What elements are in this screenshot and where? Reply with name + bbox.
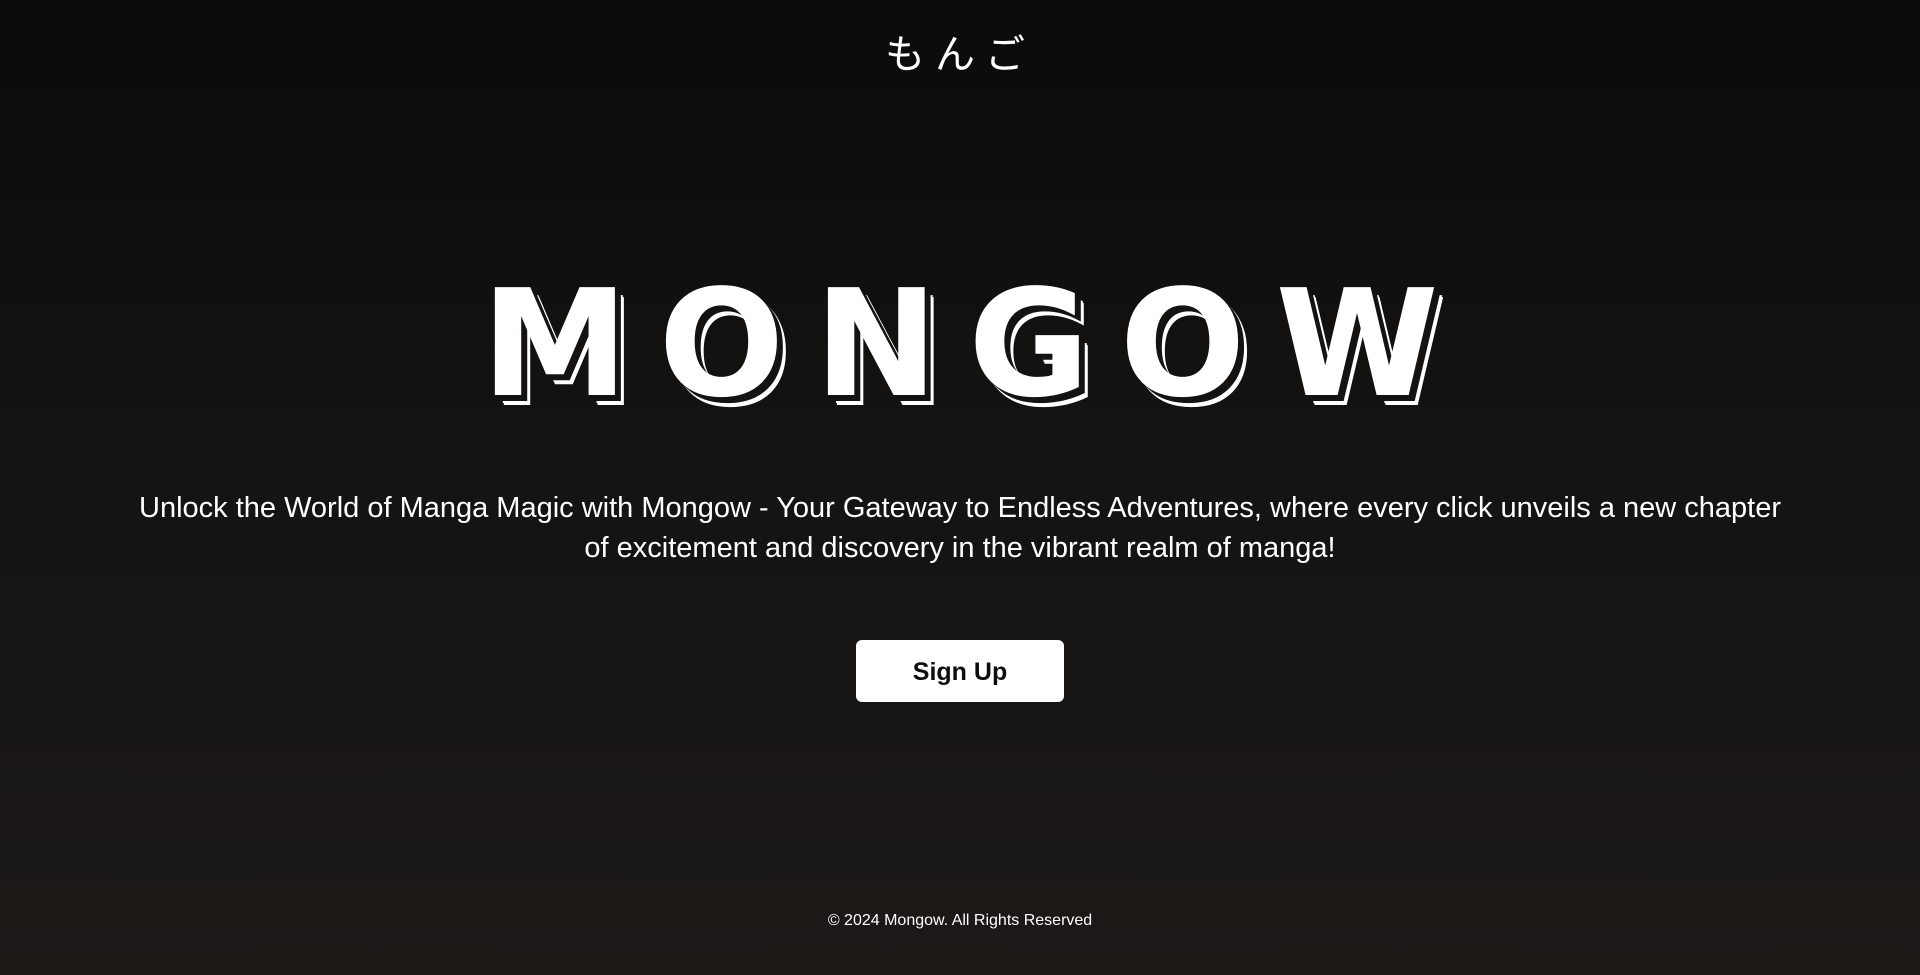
brand-logo-jp[interactable]: もんご	[885, 32, 1035, 78]
signup-button[interactable]: Sign Up	[856, 640, 1064, 702]
copyright-text: © 2024 Mongow. All Rights Reserved	[827, 912, 1093, 929]
site-header: もんご	[0, 22, 1920, 80]
hero-section: MONGOW	[0, 270, 1920, 418]
hero-title: MONGOW	[481, 258, 1469, 430]
cta-container: Sign Up	[0, 640, 1920, 702]
hero-tagline: Unlock the World of Manga Magic with Mon…	[139, 492, 1781, 564]
site-footer: © 2024 Mongow. All Rights Reserved	[0, 912, 1920, 930]
